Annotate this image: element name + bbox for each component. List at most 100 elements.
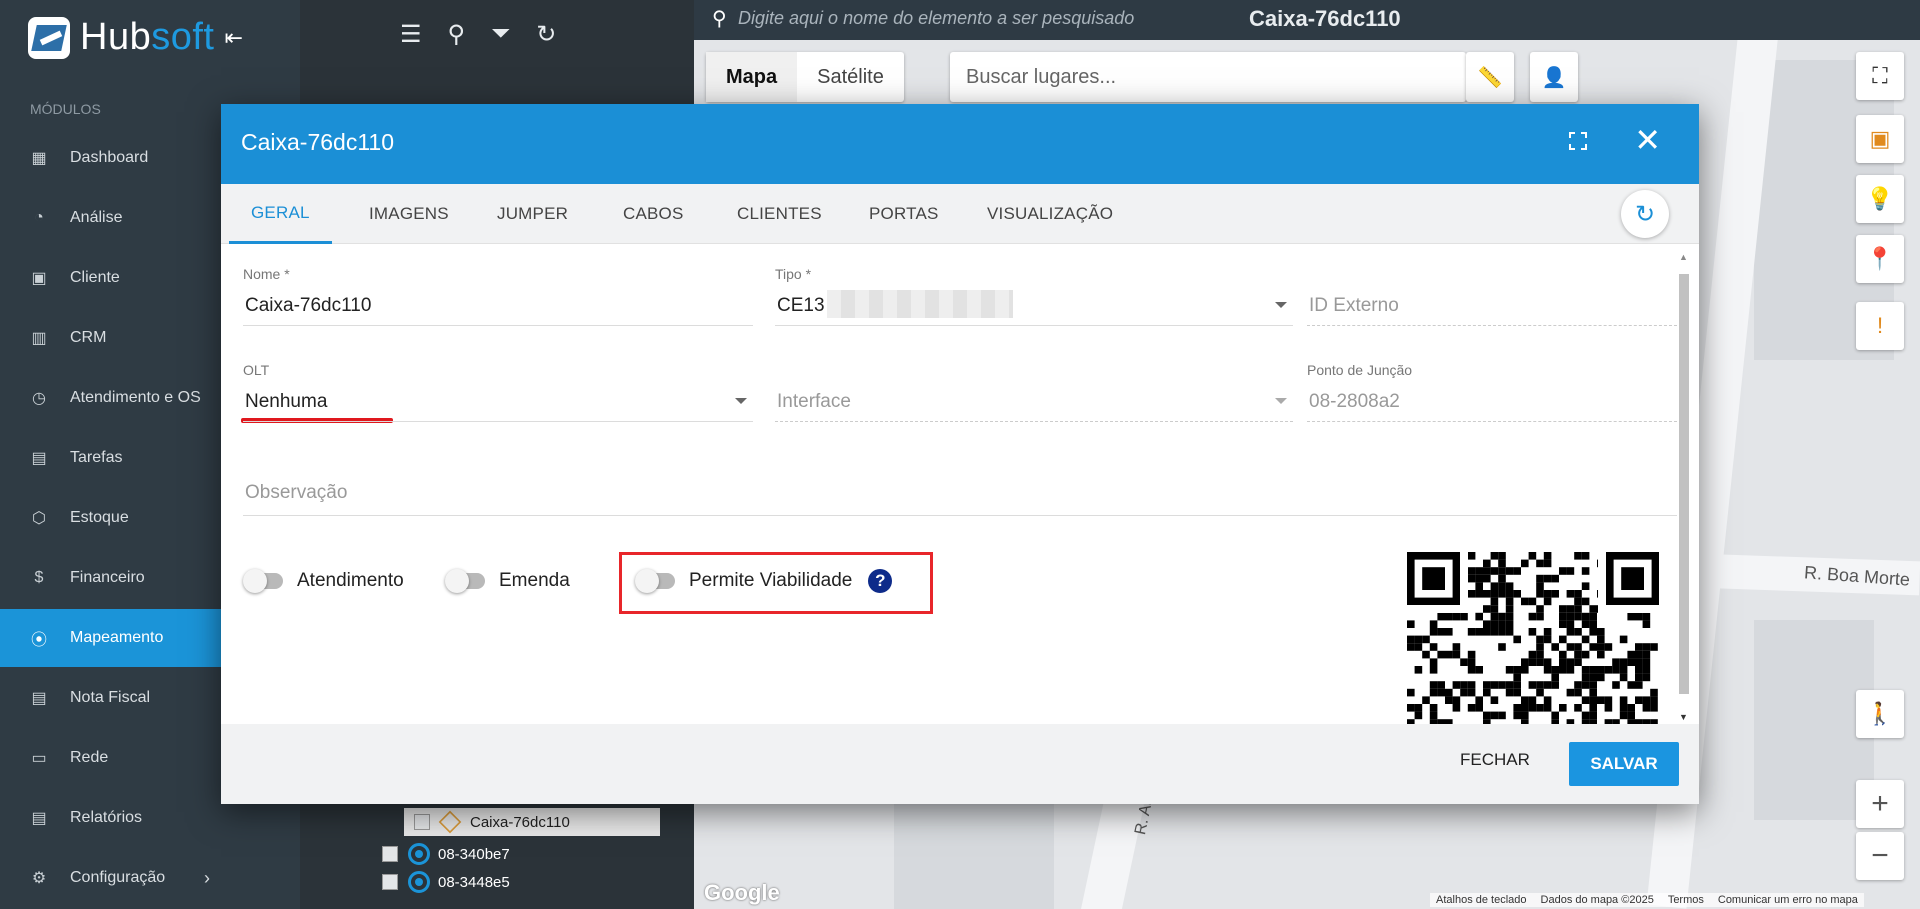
report-error-link[interactable]: Comunicar um erro no mapa	[1718, 894, 1858, 906]
tree-toolbar: ☰ ⚲ ⏷ ↻	[400, 20, 556, 49]
permite-viabilidade-toggle[interactable]: Permite Viabilidade ?	[635, 569, 893, 593]
refresh-icon[interactable]: ↻	[1621, 190, 1669, 238]
dialog-body: Nome * Caixa-76dc110 Tipo * CE13 ID Exte…	[221, 244, 1699, 724]
permite-viabilidade-label: Permite Viabilidade	[689, 570, 853, 591]
interface-select[interactable]: Interface	[777, 391, 851, 413]
tree-checkbox[interactable]	[382, 846, 398, 862]
tab-cabos[interactable]: CABOS	[623, 184, 684, 244]
map-marker-icon[interactable]: 📍	[1856, 235, 1904, 283]
toggle-switch[interactable]	[635, 569, 675, 593]
tab-geral[interactable]: GERAL	[229, 184, 332, 244]
id-externo-input[interactable]: ID Externo	[1309, 295, 1399, 317]
sidebar-item-label: Estoque	[70, 509, 129, 526]
help-icon[interactable]: ?	[868, 569, 893, 593]
selected-element-title: Caixa-76dc110	[1249, 6, 1401, 31]
nome-input[interactable]: Caixa-76dc110	[245, 295, 371, 317]
element-search-input[interactable]: Digite aqui o nome do elemento a ser pes…	[738, 8, 1134, 29]
kanban-icon: ▥	[31, 330, 47, 347]
tree-item-label: 08-3448e5	[438, 873, 510, 891]
tab-clientes[interactable]: CLIENTES	[737, 184, 822, 244]
dialog-scrollbar[interactable]: ▲ ▼	[1679, 252, 1689, 722]
sidebar-item-label: Cliente	[70, 269, 120, 286]
dialog-tabs: GERAL IMAGENS JUMPER CABOS CLIENTES PORT…	[221, 184, 1699, 244]
street-view-pegman-icon[interactable]: 🚶	[1856, 690, 1904, 738]
places-search-input[interactable]: Buscar lugares...	[950, 52, 1466, 102]
interface-field[interactable]: Interface	[775, 360, 1293, 422]
scrollbar-thumb[interactable]	[1679, 274, 1689, 694]
sidebar-item-label: Financeiro	[70, 569, 145, 586]
location-pin-icon[interactable]: ⚲	[448, 20, 466, 49]
calendar-tasks-icon: ▤	[31, 450, 47, 467]
sidebar-item-label: Nota Fiscal	[70, 689, 151, 706]
hubsoft-logo[interactable]: Hubsoft ⇤	[28, 16, 243, 59]
dialog-title: Caixa-76dc110	[241, 129, 395, 155]
zoom-in-icon[interactable]: +	[1856, 780, 1904, 828]
observacao-input[interactable]: Observação	[245, 482, 347, 504]
sidebar-item-label: Relatórios	[70, 809, 143, 826]
tree-item[interactable]: 08-3448e5	[382, 868, 510, 896]
tree-checkbox[interactable]	[414, 814, 430, 830]
dropdown-arrow-icon[interactable]	[735, 398, 747, 404]
gear-icon: ⚙	[31, 870, 47, 887]
sidebar-item-label: Tarefas	[70, 449, 123, 466]
nome-field[interactable]: Nome * Caixa-76dc110	[243, 264, 753, 326]
observacao-field[interactable]: Observação	[243, 470, 1677, 516]
map-search-bar: ⚲ Digite aqui o nome do elemento a ser p…	[694, 0, 1920, 40]
filter-icon[interactable]: ⏷	[491, 20, 510, 49]
sidebar-item-configura-o[interactable]: ⚙ Configuração ›	[0, 849, 300, 907]
layers-icon[interactable]: ▣	[1856, 115, 1904, 163]
refresh-icon[interactable]: ↻	[536, 20, 556, 49]
ponto-juncao-label: Ponto de Junção	[1307, 362, 1413, 378]
tab-jumper[interactable]: JUMPER	[497, 184, 568, 244]
tipo-select[interactable]: CE13	[777, 295, 825, 317]
keyboard-shortcuts-link[interactable]: Atalhos de teclado	[1436, 894, 1527, 906]
map-type-switch: Mapa Satélite	[706, 52, 904, 102]
ponto-juncao-value: 08-2808a2	[1309, 391, 1400, 412]
tree-checkbox[interactable]	[382, 874, 398, 890]
qr-code	[1407, 552, 1659, 724]
emenda-toggle[interactable]: Emenda	[445, 569, 570, 593]
box-icon	[438, 810, 462, 834]
fullscreen-icon[interactable]: ⛶	[1856, 52, 1904, 100]
toggle-switch[interactable]	[243, 569, 283, 593]
add-person-icon[interactable]: 👤	[1530, 52, 1578, 102]
terms-link[interactable]: Termos	[1668, 894, 1704, 906]
tipo-field[interactable]: Tipo * CE13	[775, 264, 1293, 326]
ruler-icon[interactable]: 📏	[1466, 52, 1514, 102]
close-button[interactable]: FECHAR	[1460, 750, 1530, 770]
atendimento-toggle[interactable]: Atendimento	[243, 569, 404, 593]
chevron-right-icon: ›	[204, 867, 210, 888]
map-data-text: Dados do mapa ©2025	[1540, 894, 1654, 906]
toggle-switch[interactable]	[445, 569, 485, 593]
save-button[interactable]: SALVAR	[1569, 742, 1679, 786]
sidebar-item-label: Rede	[70, 749, 109, 766]
dropdown-arrow-icon[interactable]	[1275, 398, 1287, 404]
tab-portas[interactable]: PORTAS	[869, 184, 939, 244]
map-type-button[interactable]: Mapa	[706, 52, 798, 102]
satellite-type-button[interactable]: Satélite	[797, 52, 904, 102]
dropdown-arrow-icon[interactable]	[1275, 302, 1287, 308]
collapse-menu-icon[interactable]: ⇤	[224, 25, 242, 51]
id-externo-field[interactable]: ID Externo	[1307, 264, 1677, 326]
maximize-icon[interactable]	[1569, 132, 1587, 150]
report-icon: ▤	[31, 810, 47, 827]
alert-icon[interactable]: !	[1856, 302, 1904, 350]
ponto-juncao-field: Ponto de Junção 08-2808a2	[1307, 360, 1677, 422]
tab-imagens[interactable]: IMAGENS	[369, 184, 449, 244]
tree-item[interactable]: 08-340be7	[382, 840, 510, 868]
money-icon: $	[34, 569, 44, 586]
contact-card-icon: ▣	[31, 270, 47, 287]
dialog-footer: FECHAR SALVAR	[221, 724, 1699, 804]
lightbulb-icon[interactable]: 💡	[1856, 175, 1904, 223]
tree-item-selected[interactable]: Caixa-76dc110	[404, 808, 660, 836]
zoom-out-icon[interactable]: −	[1856, 832, 1904, 880]
menu-icon[interactable]: ☰	[400, 20, 422, 49]
logo-icon	[28, 16, 70, 59]
close-icon[interactable]: ✕	[1634, 124, 1661, 156]
sidebar-item-label: Dashboard	[70, 149, 149, 166]
sidebar-item-label: Mapeamento	[70, 629, 164, 646]
modules-section-label: MÓDULOS	[30, 101, 101, 117]
olt-select[interactable]: Nenhuma	[245, 391, 327, 413]
tab-visualizacao[interactable]: VISUALIZAÇÃO	[987, 184, 1113, 244]
olt-field[interactable]: OLT Nenhuma	[243, 360, 753, 422]
